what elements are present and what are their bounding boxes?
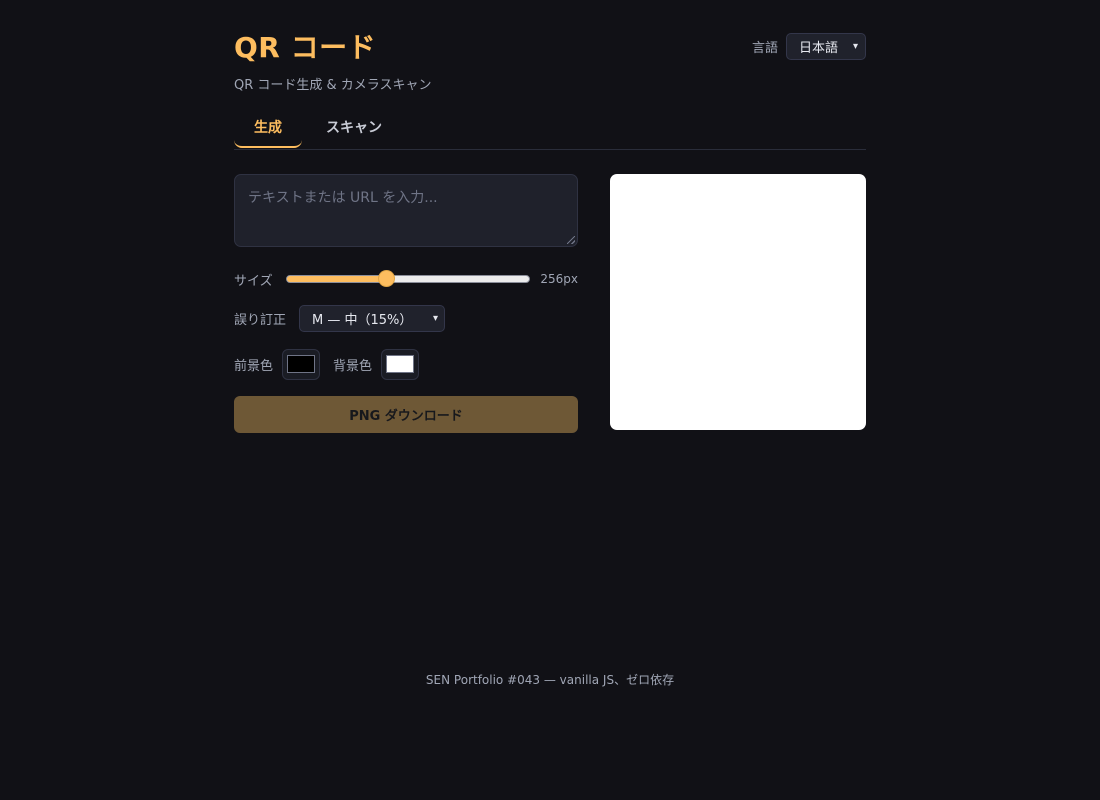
foreground-color-swatch [287, 355, 316, 373]
error-correction-select[interactable]: M — 中（15%） ▾ [299, 305, 446, 332]
qr-text-placeholder: テキストまたは URL を入力... [248, 190, 438, 206]
footer-text: SEN Portfolio #043 — vanilla JS、ゼロ依存 [425, 673, 675, 687]
language-label: 言語 [751, 41, 778, 56]
foreground-color-picker[interactable] [282, 348, 321, 380]
color-controls: 前景色 背景色 [234, 348, 420, 380]
background-color-swatch [386, 355, 415, 373]
error-correction-control: 誤り訂正 M — 中（15%） ▾ [234, 305, 446, 332]
png-download-button[interactable]: PNG ダウンロード [234, 396, 578, 433]
background-color-label: 背景色 [333, 358, 373, 374]
tab-scan[interactable]: スキャン [318, 108, 390, 148]
error-correction-label: 誤り訂正 [234, 313, 287, 328]
error-correction-value: M — 中（15%） [312, 313, 413, 328]
size-slider-thumb[interactable] [378, 271, 394, 286]
chevron-down-icon: ▾ [852, 41, 858, 52]
tab-bar: 生成 スキャン [234, 108, 866, 150]
qr-preview-canvas [610, 174, 866, 430]
chevron-down-icon: ▾ [432, 313, 439, 324]
page-subtitle: QR コード生成 & カメラスキャン [234, 78, 432, 93]
resize-grip-icon[interactable] [567, 236, 575, 244]
language-select-value: 日本語 [799, 41, 839, 56]
size-slider[interactable] [285, 268, 530, 290]
page-title: QR コード [234, 31, 377, 64]
size-slider-track [285, 275, 530, 283]
language-select[interactable]: 日本語 ▾ [786, 33, 866, 60]
background-color-picker[interactable] [381, 348, 420, 380]
tab-generate[interactable]: 生成 [234, 108, 302, 148]
size-value: 256px [540, 272, 578, 286]
size-slider-fill [286, 276, 386, 282]
size-label: サイズ [234, 273, 273, 289]
foreground-color-label: 前景色 [234, 358, 274, 374]
size-control: サイズ 256px [234, 268, 578, 290]
qr-text-input[interactable]: テキストまたは URL を入力... [234, 174, 578, 247]
language-switcher: 言語 日本語 ▾ [752, 33, 866, 60]
